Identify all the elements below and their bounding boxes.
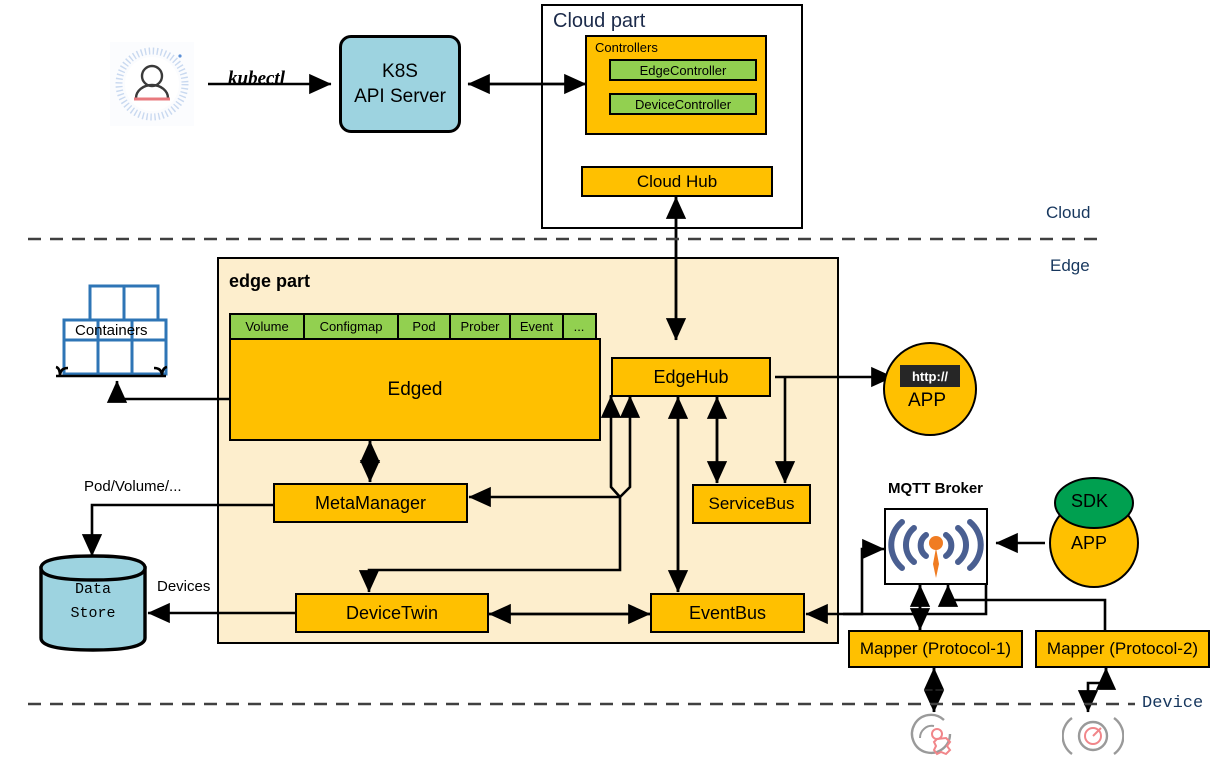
edged-module-label: Event (519, 319, 554, 334)
edged-module-label: Pod (412, 319, 436, 334)
data-store-line2: Store (70, 605, 116, 622)
mqtt-broker-node[interactable] (884, 508, 988, 585)
edge-layer-label: Edge (1050, 256, 1090, 275)
edged-label: Edged (387, 378, 443, 400)
k8s-api-server-node[interactable]: K8S API Server (339, 35, 461, 133)
edged-modules-row: Volume Configmap Pod Prober Event ... (229, 313, 601, 340)
device-icon-1 (908, 712, 970, 760)
edgehub-node[interactable]: EdgeHub (611, 357, 771, 397)
edged-module-label: Volume (245, 319, 289, 334)
edged-module-configmap[interactable]: Configmap (302, 313, 400, 340)
edge-controller-label: EdgeController (639, 62, 727, 78)
eventbus-label: EventBus (688, 602, 767, 623)
sdk-app-label: APP (1071, 533, 1108, 553)
data-store-line1: Data (74, 581, 111, 598)
eventbus-node[interactable]: EventBus (650, 593, 805, 633)
http-app-node[interactable] (880, 341, 980, 437)
containers-label: Containers (75, 322, 148, 339)
devicetwin-node[interactable]: DeviceTwin (295, 593, 489, 633)
architecture-diagram: kubectl Cloud part K8S API Server Contro… (0, 0, 1221, 761)
controllers-group: Controllers EdgeController DeviceControl… (585, 35, 767, 135)
edge-controller-node[interactable]: EdgeController (609, 59, 757, 81)
devices-label: Devices (157, 578, 211, 595)
edged-module-pod[interactable]: Pod (397, 313, 451, 340)
servicebus-label: ServiceBus (708, 494, 795, 513)
cloud-hub-node[interactable]: Cloud Hub (581, 166, 773, 197)
edgehub-label: EdgeHub (653, 366, 729, 387)
mapper-label: Mapper (Protocol-2) (1046, 639, 1199, 658)
mapper-label: Mapper (Protocol-1) (859, 639, 1012, 658)
data-store-labels: Data Store (36, 578, 150, 626)
servicebus-node[interactable]: ServiceBus (692, 484, 811, 524)
cloud-layer-label: Cloud (1046, 203, 1091, 222)
sdk-label: SDK (1071, 491, 1109, 511)
controllers-title: Controllers (595, 40, 658, 55)
k8s-api-server-line2: API Server (354, 86, 446, 107)
edged-module-more[interactable]: ... (561, 313, 597, 340)
edged-module-label: Configmap (319, 319, 383, 334)
edged-module-volume[interactable]: Volume (229, 313, 305, 340)
k8s-api-server-line1: K8S (382, 61, 418, 82)
cloud-hub-label: Cloud Hub (636, 171, 718, 191)
pod-volume-label: Pod/Volume/... (84, 478, 182, 495)
edged-module-event[interactable]: Event (509, 313, 564, 340)
device-controller-label: DeviceController (634, 96, 732, 112)
device-controller-node[interactable]: DeviceController (609, 93, 757, 115)
user-avatar-icon (110, 42, 194, 126)
mapper-protocol-1-node[interactable]: Mapper (Protocol-1) (848, 630, 1023, 668)
edged-node[interactable]: Edged (229, 338, 601, 441)
devicetwin-label: DeviceTwin (345, 602, 439, 623)
mqtt-logo-icon (888, 518, 984, 578)
mapper-protocol-2-node[interactable]: Mapper (Protocol-2) (1035, 630, 1210, 668)
edged-module-label: ... (573, 319, 585, 334)
edged-module-label: Prober (460, 319, 500, 334)
edged-module-prober[interactable]: Prober (448, 313, 512, 340)
device-icon-2 (1062, 712, 1124, 760)
metamanager-label: MetaManager (314, 492, 427, 513)
http-app-label: APP (908, 390, 947, 411)
edge-part-title: edge part (229, 271, 311, 291)
device-layer-label: Device (1142, 694, 1204, 713)
kubectl-label: kubectl (228, 68, 285, 89)
metamanager-node[interactable]: MetaManager (273, 483, 468, 523)
http-badge: http:// (900, 365, 960, 387)
mqtt-broker-label: MQTT Broker (888, 480, 984, 497)
http-badge-label: http:// (911, 368, 949, 384)
cloud-part-title: Cloud part (553, 10, 646, 32)
